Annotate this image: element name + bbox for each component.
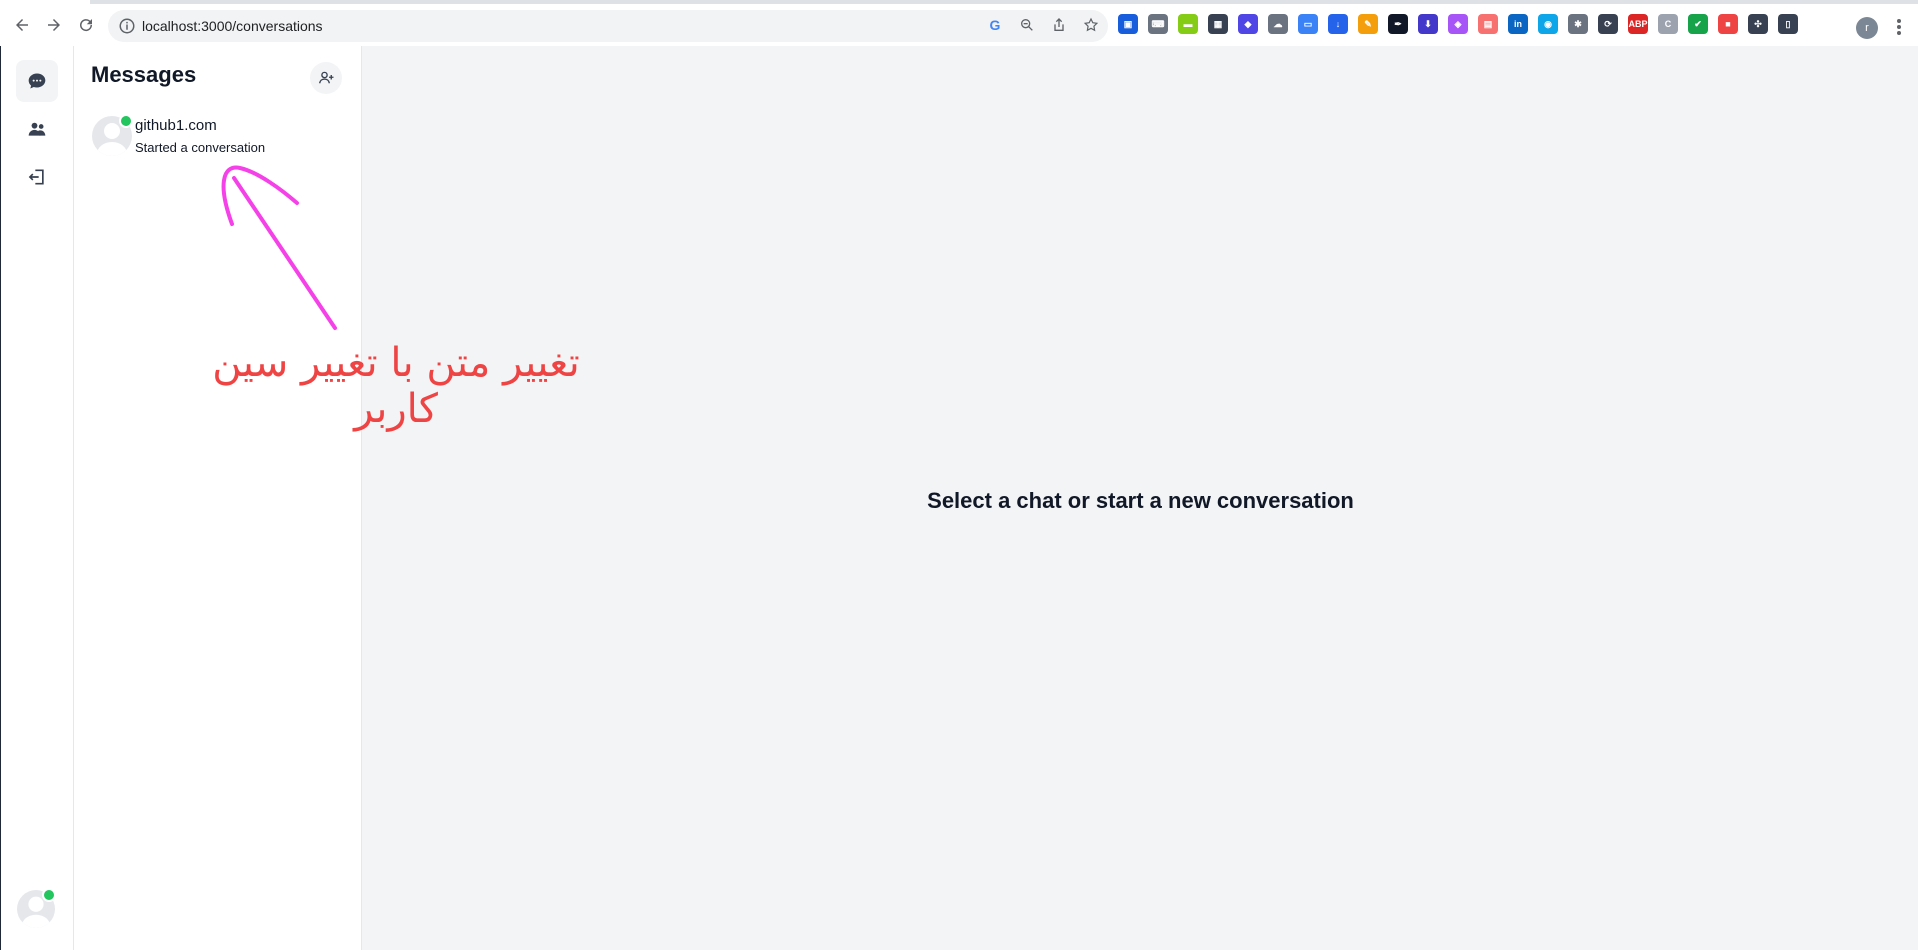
nav-conversations-button[interactable] bbox=[16, 60, 58, 102]
shield-icon[interactable]: ✔ bbox=[1688, 14, 1708, 34]
tag-icon[interactable]: C bbox=[1658, 14, 1678, 34]
address-bar[interactable]: localhost:3000/conversations G bbox=[108, 10, 1108, 42]
screenshot-icon[interactable]: ◉ bbox=[1538, 14, 1558, 34]
add-user-icon bbox=[318, 71, 334, 84]
save-icon[interactable]: ⬇ bbox=[1418, 14, 1438, 34]
current-user-avatar[interactable] bbox=[17, 888, 56, 928]
chat-app: Messages github1.com Started a conversat… bbox=[0, 46, 1918, 950]
qr-code-icon[interactable]: ▦ bbox=[1208, 14, 1228, 34]
chat-icon bbox=[28, 73, 46, 89]
video-off-icon[interactable]: ■ bbox=[1718, 14, 1738, 34]
forward-button[interactable] bbox=[40, 11, 68, 39]
page-title: Messages bbox=[91, 62, 197, 87]
arrow-right-icon bbox=[48, 19, 60, 31]
avatar bbox=[92, 114, 133, 156]
empty-state-message: Select a chat or start a new conversatio… bbox=[927, 488, 1354, 513]
online-indicator bbox=[42, 888, 56, 902]
linkedin-icon[interactable]: in bbox=[1508, 14, 1528, 34]
download-icon[interactable]: ↓ bbox=[1328, 14, 1348, 34]
puzzle-icon[interactable]: ✣ bbox=[1748, 14, 1768, 34]
window-icon[interactable]: ▭ bbox=[1298, 14, 1318, 34]
url-text[interactable]: localhost:3000/conversations bbox=[142, 18, 323, 34]
eyedropper-icon[interactable]: ✒ bbox=[1388, 14, 1408, 34]
reload-button[interactable] bbox=[72, 11, 100, 39]
icon-sidebar bbox=[1, 46, 74, 950]
calendar-icon[interactable]: ▤ bbox=[1478, 14, 1498, 34]
cube-icon[interactable]: ◆ bbox=[1238, 14, 1258, 34]
adblock-icon[interactable]: ABP bbox=[1628, 14, 1648, 34]
arrow-left-icon bbox=[16, 19, 28, 31]
pencil-icon[interactable]: ✎ bbox=[1358, 14, 1378, 34]
google-icon[interactable]: G bbox=[986, 16, 1004, 34]
online-indicator bbox=[119, 114, 133, 128]
share-icon[interactable] bbox=[1050, 16, 1068, 34]
conversation-item[interactable]: github1.com Started a conversation bbox=[84, 114, 346, 168]
site-info-icon[interactable] bbox=[118, 17, 136, 35]
sidepanel-icon[interactable]: ▯ bbox=[1778, 14, 1798, 34]
conversation-last-message: Started a conversation bbox=[135, 140, 266, 155]
extensions-bar: ▣ ⌨ ▬ ▦ ◆ ☁ ▭ ↓ ✎ ✒ ⬇ ◈ ▤ in ◉ ✱ ⟳ ABP C ✔ ■ ✣ ▯ bbox=[1118, 14, 1798, 34]
users-icon bbox=[28, 122, 46, 136]
browser-toolbar: localhost:3000/conversations G ▣ ⌨ ▬ ▦ ◆ ☁ ▭ ↓ ✎… bbox=[0, 4, 1918, 47]
profile-avatar[interactable]: r bbox=[1856, 17, 1878, 39]
conversation-list-panel: Messages github1.com Started a conversat… bbox=[74, 46, 362, 950]
nav-logout-button[interactable] bbox=[16, 156, 58, 198]
gem-icon[interactable]: ◈ bbox=[1448, 14, 1468, 34]
chat-area: Select a chat or start a new conversatio… bbox=[362, 46, 1918, 950]
bookmark-star-icon[interactable] bbox=[1082, 16, 1100, 34]
logout-icon bbox=[28, 169, 44, 185]
keyboard-icon[interactable]: ⌨ bbox=[1148, 14, 1168, 34]
nav-users-button[interactable] bbox=[16, 108, 58, 150]
reload-icon bbox=[80, 19, 93, 32]
bitwarden-icon[interactable]: ▣ bbox=[1118, 14, 1138, 34]
grass-icon[interactable]: ▬ bbox=[1178, 14, 1198, 34]
sync-icon[interactable]: ⟳ bbox=[1598, 14, 1618, 34]
bug-icon[interactable]: ✱ bbox=[1568, 14, 1588, 34]
conversation-name: github1.com bbox=[135, 117, 217, 134]
cloud-off-icon[interactable]: ☁ bbox=[1268, 14, 1288, 34]
new-group-button[interactable] bbox=[310, 62, 342, 94]
back-button[interactable] bbox=[8, 11, 36, 39]
zoom-icon[interactable] bbox=[1018, 16, 1036, 34]
more-menu-icon[interactable] bbox=[1892, 15, 1906, 39]
annotation-text: تغییر متن با تغییر سین کاربر bbox=[212, 340, 580, 432]
